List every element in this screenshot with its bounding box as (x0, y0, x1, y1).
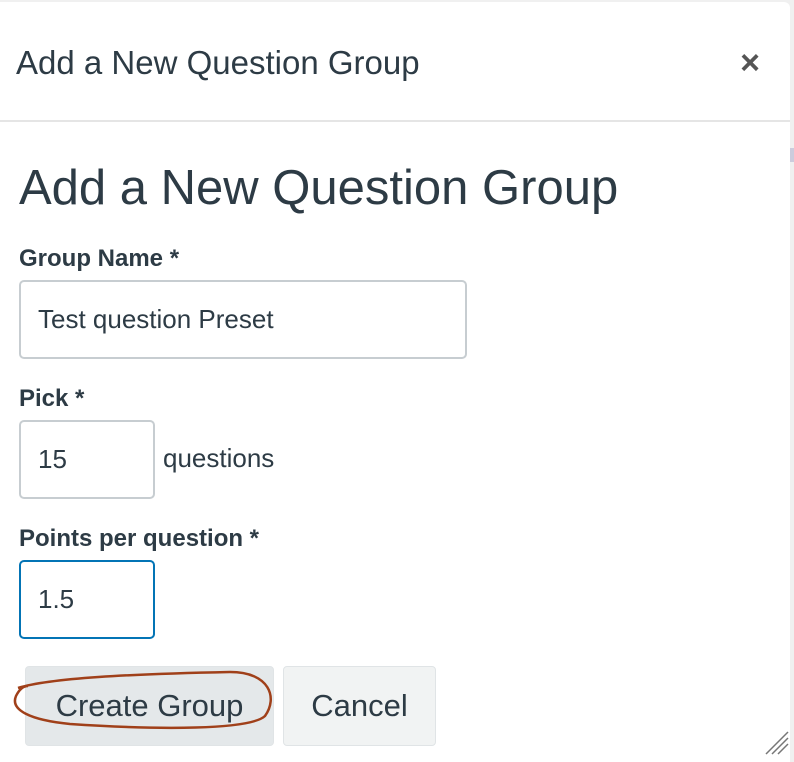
pick-label: Pick * (19, 385, 85, 412)
pick-suffix: questions (163, 443, 275, 473)
points-input[interactable] (19, 560, 155, 639)
dialog-title: Add a New Question Group (16, 44, 420, 81)
dialog-titlebar: Add a New Question Group × (0, 2, 790, 122)
scrollbar[interactable] (790, 148, 794, 162)
question-group-dialog: Add a New Question Group × Add a New Que… (0, 2, 790, 762)
create-group-button[interactable]: Create Group (25, 666, 274, 746)
group-name-input[interactable] (19, 280, 467, 359)
cancel-button[interactable]: Cancel (283, 666, 436, 746)
resize-grip-icon[interactable] (760, 726, 790, 756)
close-icon[interactable]: × (735, 46, 765, 80)
page-heading: Add a New Question Group (19, 161, 619, 215)
group-name-label: Group Name * (19, 245, 180, 272)
pick-input[interactable] (19, 420, 155, 499)
points-label: Points per question * (19, 525, 260, 552)
